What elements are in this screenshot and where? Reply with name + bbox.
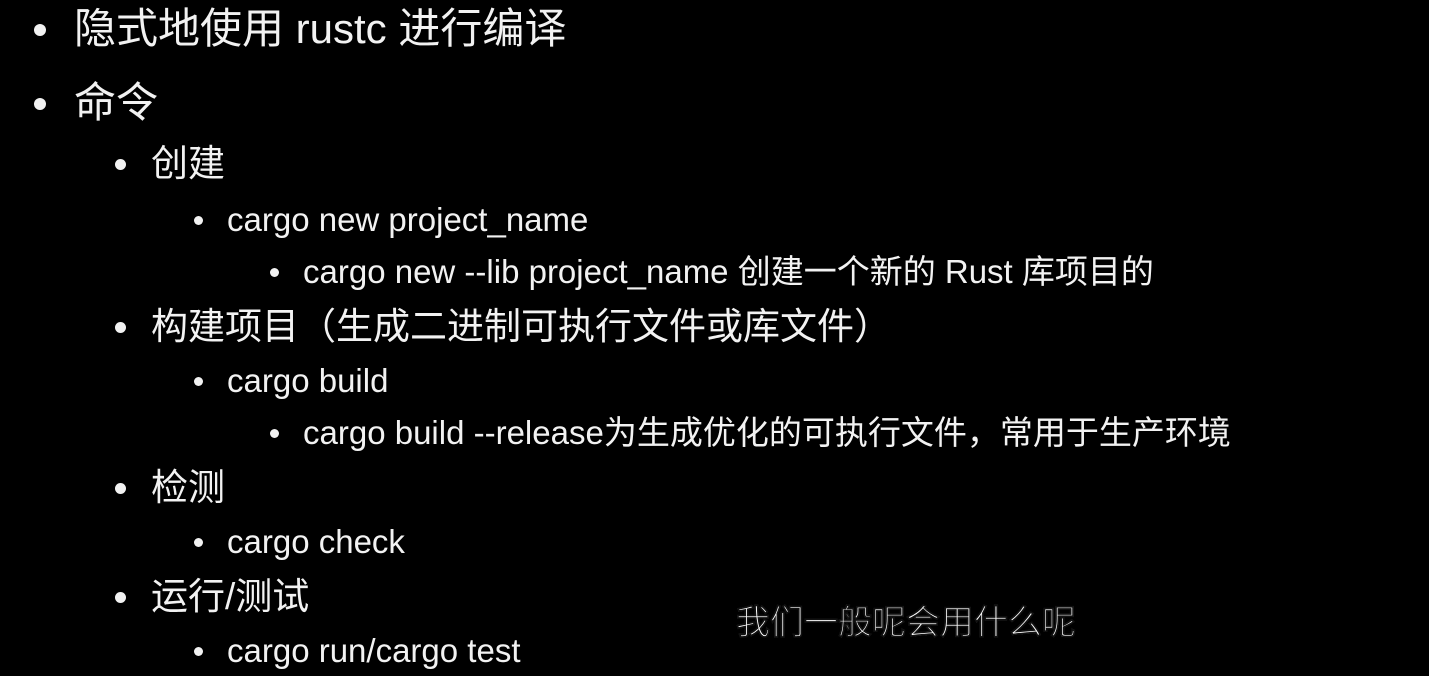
bullet-dot-icon [115,483,126,494]
bullet-text: cargo build --release为生成优化的可执行文件，常用于生产环境 [303,414,1231,451]
bullet-dot-icon [194,216,203,225]
bullet-dot-icon [115,159,126,170]
bullet-dot-icon [270,429,279,438]
bullet-dot-icon [194,538,203,547]
bullet-text: cargo new project_name [227,201,589,238]
video-subtitle: 我们一般呢会用什么呢 [736,604,1077,642]
slide-canvas: 隐式地使用 rustc 进行编译 命令 创建 cargo new project… [0,0,1429,676]
bullet-text: 创建 [151,143,225,184]
bullet-text: 隐式地使用 rustc 进行编译 [74,5,567,52]
bullet-dot-icon [34,98,46,110]
bullet-text: 检测 [151,467,225,508]
bullet-dot-icon [115,592,126,603]
bullet-text: cargo new --lib project_name 创建一个新的 Rust… [303,253,1154,290]
bullet-text: cargo check [227,523,405,560]
bullet-text: cargo build [227,362,389,399]
bullet-text: 命令 [74,79,159,126]
bullet-dot-icon [270,268,279,277]
bullet-dot-icon [194,377,203,386]
bullet-dot-icon [34,24,46,36]
bullet-text: cargo run/cargo test [227,632,521,669]
bullet-dot-icon [194,647,203,656]
bullet-dot-icon [115,322,126,333]
bullet-text: 运行/测试 [151,576,310,617]
bullet-text: 构建项目（生成二进制可执行文件或库文件） [151,306,891,347]
